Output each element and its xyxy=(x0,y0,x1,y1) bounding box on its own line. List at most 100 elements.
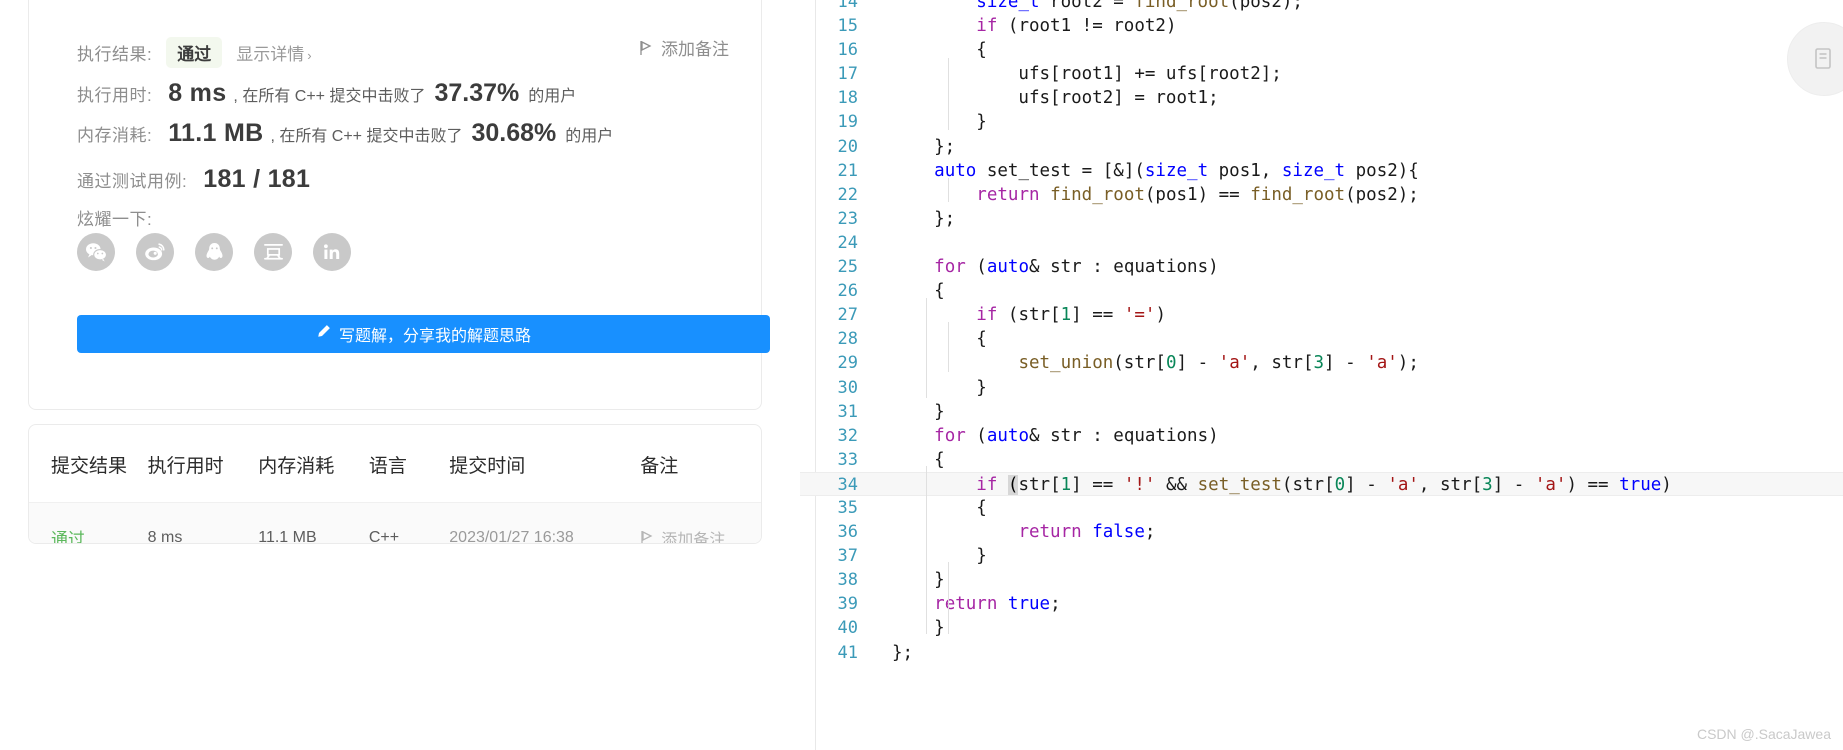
code-text: ufs[root1] += ufs[root2]; xyxy=(892,64,1282,85)
code-line-17[interactable]: 17 ufs[root1] += ufs[root2]; xyxy=(800,62,1843,86)
col-header-status[interactable]: 提交结果 xyxy=(29,425,148,503)
code-line-30[interactable]: 30 } xyxy=(800,376,1843,400)
line-number: 33 xyxy=(837,449,858,470)
memory-tail-text: 的用户 xyxy=(565,128,614,145)
line-number: 36 xyxy=(837,522,858,543)
code-line-40[interactable]: 40 } xyxy=(800,616,1843,640)
line-number: 38 xyxy=(837,570,858,591)
table-head: 提交结果 执行用时 内存消耗 语言 提交时间 备注 xyxy=(29,425,761,503)
code-line-20[interactable]: 20 }; xyxy=(800,135,1843,159)
code-line-22[interactable]: 22 return find_root(pos1) == find_root(p… xyxy=(800,183,1843,207)
code-line-38[interactable]: 38 } xyxy=(800,568,1843,592)
flag-icon xyxy=(639,40,653,56)
line-number: 40 xyxy=(837,618,858,639)
code-text: { xyxy=(892,449,945,470)
line-number: 21 xyxy=(837,160,858,181)
watermark: CSDN @.SacaJawea xyxy=(1696,726,1831,742)
table-header-row: 提交结果 执行用时 内存消耗 语言 提交时间 备注 xyxy=(29,425,761,503)
show-detail-link[interactable]: 显示详情 › xyxy=(236,40,311,65)
cell-note[interactable]: 添加备注 xyxy=(640,502,761,544)
line-number: 32 xyxy=(837,425,858,446)
line-number: 17 xyxy=(837,64,858,85)
col-header-time[interactable]: 提交时间 xyxy=(449,425,641,503)
code-text: { xyxy=(892,40,987,61)
code-text: }; xyxy=(892,642,914,663)
code-line-27[interactable]: 27 if (str[1] == '=') xyxy=(800,303,1843,327)
line-number: 39 xyxy=(837,594,858,615)
exec-time-tail-text: 的用户 xyxy=(528,88,577,105)
indent-guide-2 xyxy=(926,298,927,398)
col-header-language[interactable]: 语言 xyxy=(368,425,450,503)
linkedin-icon[interactable] xyxy=(313,233,351,271)
testcases-label: 通过测试用例: xyxy=(77,172,188,191)
col-header-note[interactable]: 备注 xyxy=(640,425,761,503)
code-line-33[interactable]: 33 { xyxy=(800,448,1843,472)
indent-guide-3 xyxy=(948,322,949,372)
submission-result-pane: 执行结果: 通过 显示详情 › 添加备注 执行用时: 8 ms , 在所有 C++… xyxy=(0,0,800,750)
pencil-icon xyxy=(316,324,331,344)
line-number: 30 xyxy=(837,377,858,398)
exec-result-row: 执行结果: 通过 显示详情 › xyxy=(77,37,312,68)
code-text: if (root1 != root2) xyxy=(976,16,1177,37)
code-line-21[interactable]: 21 auto set_test = [&](size_t pos1, size… xyxy=(800,159,1843,183)
line-number: 19 xyxy=(837,112,858,133)
line-number: 15 xyxy=(837,16,858,37)
table-body: 通过 8 ms 11.1 MB C++ 2023/01/27 16:38 添加备… xyxy=(29,502,761,544)
indent-guide-4 xyxy=(926,466,927,634)
code-line-23[interactable]: 23 }; xyxy=(800,207,1843,231)
share-label: 炫耀一下: xyxy=(77,210,153,229)
col-header-memory[interactable]: 内存消耗 xyxy=(258,425,369,503)
code-line-37[interactable]: 37 } xyxy=(800,544,1843,568)
code-line-24[interactable]: 24 xyxy=(800,231,1843,255)
add-note-button[interactable]: 添加备注 xyxy=(639,35,729,60)
result-card: 执行结果: 通过 显示详情 › 添加备注 执行用时: 8 ms , 在所有 C++… xyxy=(28,0,770,410)
code-text: return true; xyxy=(934,594,1061,615)
code-line-28[interactable]: 28 { xyxy=(800,327,1843,351)
exec-time-value: 8 ms xyxy=(168,79,227,107)
testcases-row: 通过测试用例: 181 / 181 xyxy=(77,165,310,194)
line-number: 20 xyxy=(837,136,858,157)
exec-time-label: 执行用时: xyxy=(77,86,153,105)
code-text: for (auto& str : equations) xyxy=(934,257,1219,278)
code-text: ufs[root2] = root1; xyxy=(892,88,1219,109)
cell-submitted-at: 2023/01/27 16:38 xyxy=(449,502,641,543)
code-line-35[interactable]: 35 { xyxy=(800,496,1843,520)
code-text: return false; xyxy=(1018,522,1156,543)
memory-middle-text: , 在所有 C++ 提交中击败了 xyxy=(270,128,463,145)
write-solution-button[interactable]: 写题解，分享我的解题思路 xyxy=(77,315,770,353)
code-line-19[interactable]: 19 } xyxy=(800,110,1843,134)
code-line-16[interactable]: 16 { xyxy=(800,38,1843,62)
code-line-31[interactable]: 31 } xyxy=(800,400,1843,424)
line-number: 14 xyxy=(837,0,858,12)
code-line-15[interactable]: 15 if (root1 != root2) xyxy=(800,14,1843,38)
row-add-note-button[interactable]: 添加备注 xyxy=(640,526,761,544)
code-line-29[interactable]: 29 set_union(str[0] - 'a', str[3] - 'a')… xyxy=(800,351,1843,375)
code-text: for (auto& str : equations) xyxy=(934,425,1219,446)
code-editor-pane[interactable]: ······ 14 size_t root2 = find_root(pos2)… xyxy=(800,0,1843,750)
line-number: 31 xyxy=(837,401,858,422)
submissions-table: 提交结果 执行用时 内存消耗 语言 提交时间 备注 通过 8 ms 11.1 M… xyxy=(29,425,761,544)
submissions-table-card: 提交结果 执行用时 内存消耗 语言 提交时间 备注 通过 8 ms 11.1 M… xyxy=(28,424,762,544)
douban-icon[interactable] xyxy=(254,233,292,271)
wechat-icon[interactable] xyxy=(77,233,115,271)
code-line-25[interactable]: 25 for (auto& str : equations) xyxy=(800,255,1843,279)
status-link[interactable]: 通过 xyxy=(51,530,85,543)
code-line-36[interactable]: 36 return false; xyxy=(800,520,1843,544)
line-number: 41 xyxy=(837,642,858,663)
share-label-row: 炫耀一下: xyxy=(77,205,152,230)
row-add-note-label: 添加备注 xyxy=(661,531,726,544)
code-line-32[interactable]: 32 for (auto& str : equations) xyxy=(800,424,1843,448)
code-line-14[interactable]: 14 size_t root2 = find_root(pos2); xyxy=(800,0,1843,14)
col-header-runtime[interactable]: 执行用时 xyxy=(147,425,259,503)
code-line-34[interactable]: 34 if (str[1] == '!' && set_test(str[0] … xyxy=(800,471,1843,496)
code-line-18[interactable]: 18 ufs[root2] = root1; xyxy=(800,86,1843,110)
table-row[interactable]: 通过 8 ms 11.1 MB C++ 2023/01/27 16:38 添加备… xyxy=(29,502,761,544)
code-line-41[interactable]: 41}; xyxy=(800,641,1843,665)
weibo-icon[interactable] xyxy=(136,233,174,271)
screenshot-root: 执行结果: 通过 显示详情 › 添加备注 执行用时: 8 ms , 在所有 C++… xyxy=(0,0,1843,750)
code-line-26[interactable]: 26 { xyxy=(800,279,1843,303)
code-line-39[interactable]: 39 return true; xyxy=(800,592,1843,616)
qq-icon[interactable] xyxy=(195,233,233,271)
code-lines: 14 size_t root2 = find_root(pos2); 15 if … xyxy=(800,0,1843,665)
line-number: 26 xyxy=(837,281,858,302)
